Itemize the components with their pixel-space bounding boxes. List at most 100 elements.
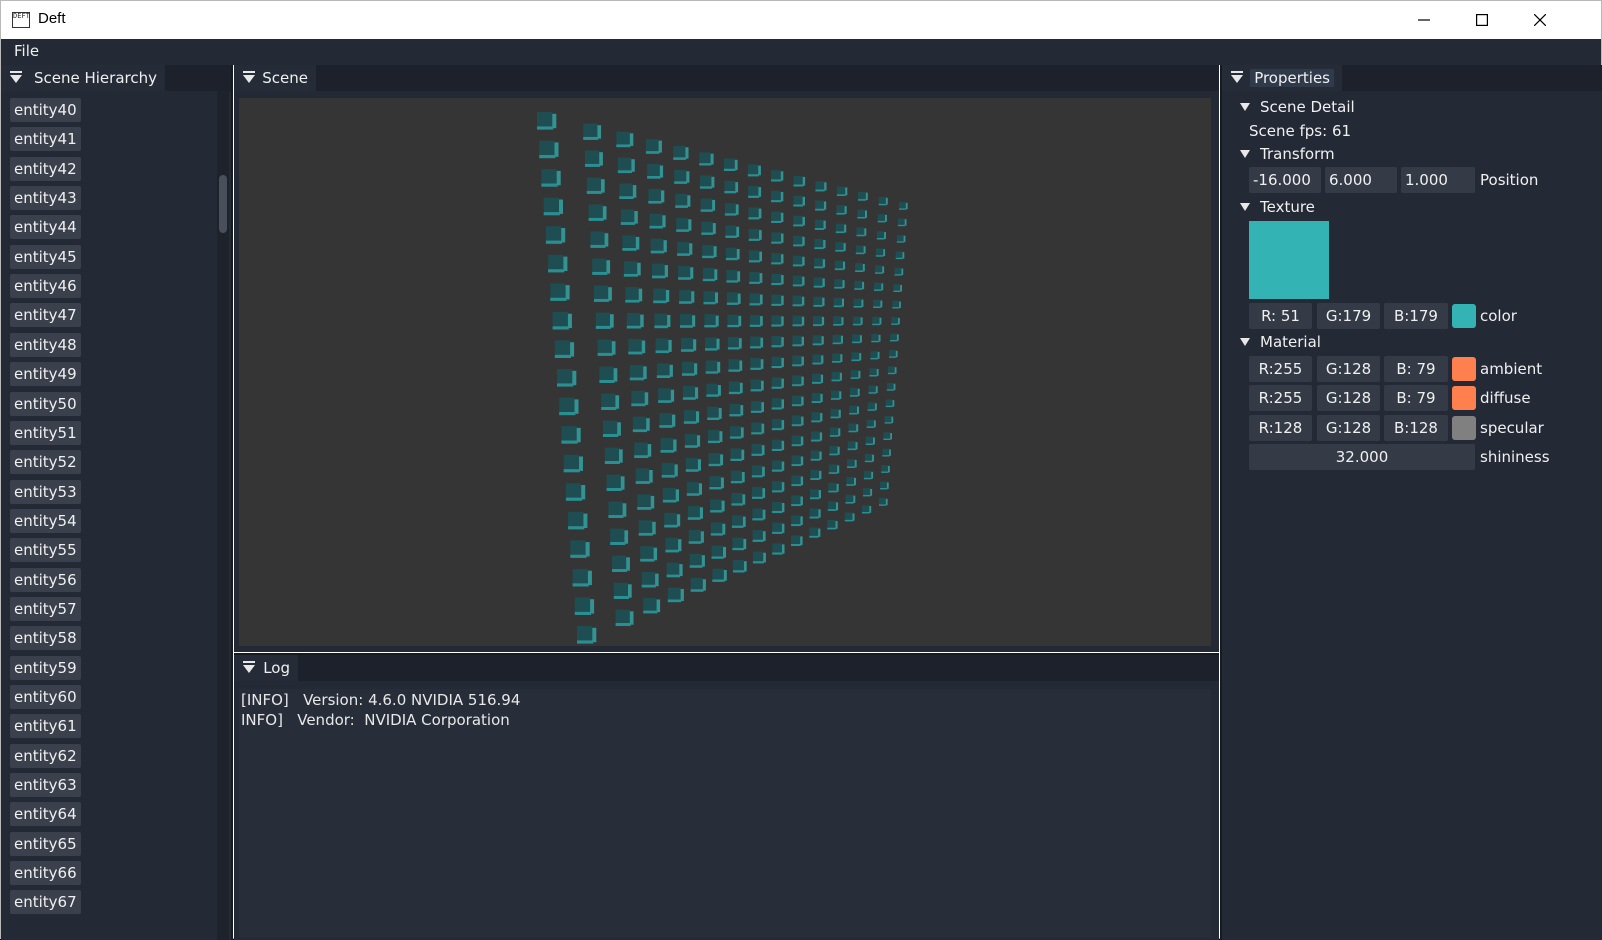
tab-properties[interactable]: Properties <box>1222 65 1342 91</box>
scrollbar-thumb[interactable] <box>219 175 227 233</box>
list-item[interactable]: entity40 <box>10 98 81 122</box>
list-item[interactable]: entity52 <box>10 450 81 475</box>
tab-log[interactable]: Log <box>234 655 298 681</box>
specular-b-field[interactable]: B:128 <box>1384 415 1448 441</box>
title-bar[interactable]: DEFT Deft <box>1 1 1601 39</box>
cube <box>667 587 684 603</box>
scene-panel: Scene <box>234 65 1219 652</box>
diffuse-g-field[interactable]: G:128 <box>1317 385 1380 411</box>
list-item[interactable]: entity59 <box>10 655 81 680</box>
maximize-button[interactable] <box>1453 1 1511 39</box>
cube <box>771 356 784 369</box>
menu-file[interactable]: File <box>14 42 39 60</box>
cube <box>699 152 714 166</box>
section-transform[interactable]: Transform <box>1240 145 1335 163</box>
cube <box>749 314 763 327</box>
close-button[interactable] <box>1511 1 1569 39</box>
diffuse-color-swatch[interactable] <box>1452 386 1476 410</box>
section-material[interactable]: Material <box>1240 333 1321 351</box>
cube <box>554 340 575 358</box>
shininess-field[interactable]: 32.000 <box>1249 444 1475 470</box>
panel-menu-icon[interactable] <box>242 661 256 675</box>
specular-g-field[interactable]: G:128 <box>1317 415 1380 441</box>
cube <box>834 279 845 289</box>
texture-color-swatch[interactable] <box>1452 304 1476 328</box>
specular-r-field[interactable]: R:128 <box>1249 415 1312 441</box>
list-item[interactable]: entity67 <box>10 890 81 915</box>
list-item[interactable]: entity63 <box>10 773 81 798</box>
list-item[interactable]: entity65 <box>10 831 81 856</box>
list-item[interactable]: entity57 <box>10 596 81 621</box>
list-item[interactable]: entity46 <box>10 274 81 299</box>
tab-scene[interactable]: Scene <box>234 65 316 91</box>
list-item[interactable]: entity47 <box>10 303 81 328</box>
list-item[interactable]: entity61 <box>10 714 81 739</box>
list-item[interactable]: entity53 <box>10 479 81 504</box>
texture-b-field[interactable]: B:179 <box>1384 303 1448 329</box>
panel-menu-icon[interactable] <box>1230 71 1244 85</box>
cube <box>676 217 692 232</box>
texture-r-field[interactable]: R: 51 <box>1249 303 1312 329</box>
cube <box>730 448 745 461</box>
list-item[interactable]: entity42 <box>10 156 81 181</box>
list-item[interactable]: entity44 <box>10 215 81 240</box>
list-item[interactable]: entity60 <box>10 685 81 709</box>
list-item[interactable]: entity62 <box>10 743 81 768</box>
scrollbar[interactable] <box>217 91 229 940</box>
list-item[interactable]: entity48 <box>10 332 81 357</box>
position-y-field[interactable]: 6.000 <box>1325 167 1397 193</box>
section-texture[interactable]: Texture <box>1240 198 1315 216</box>
texture-g-field[interactable]: G:179 <box>1317 303 1380 329</box>
cube <box>726 292 741 305</box>
ambient-r-field[interactable]: R:255 <box>1249 356 1312 382</box>
cube <box>791 435 804 447</box>
log-output[interactable]: [INFO] Version: 4.6.0 NVIDIA 516.94 INFO… <box>239 689 1211 937</box>
list-item[interactable]: entity49 <box>10 362 81 387</box>
tab-scene-hierarchy[interactable]: Scene Hierarchy <box>1 65 165 91</box>
scene-viewport[interactable] <box>239 98 1211 646</box>
cube <box>771 211 784 223</box>
position-x-field[interactable]: -16.000 <box>1249 167 1321 193</box>
panel-menu-icon[interactable] <box>242 71 256 85</box>
diffuse-r-field[interactable]: R:255 <box>1249 385 1312 411</box>
cube <box>792 335 804 347</box>
list-item[interactable]: entity55 <box>10 538 81 563</box>
cube <box>648 188 665 204</box>
list-item[interactable]: entity41 <box>10 127 81 152</box>
list-item[interactable]: entity58 <box>10 626 81 651</box>
cube <box>635 468 653 484</box>
cube <box>849 387 860 397</box>
list-item[interactable]: entity50 <box>10 391 81 416</box>
cube <box>674 169 690 184</box>
cube <box>830 408 841 419</box>
cube <box>895 251 905 260</box>
list-item[interactable]: entity45 <box>10 244 81 269</box>
list-item[interactable]: entity51 <box>10 420 81 445</box>
cube <box>599 366 618 383</box>
ambient-g-field[interactable]: G:128 <box>1317 356 1380 382</box>
list-item[interactable]: entity54 <box>10 508 81 533</box>
list-item[interactable]: entity56 <box>10 567 81 592</box>
cube <box>814 238 826 250</box>
cube <box>829 427 841 437</box>
list-item[interactable]: entity66 <box>10 861 81 886</box>
section-scene-detail[interactable]: Scene Detail <box>1240 98 1355 116</box>
diffuse-b-field[interactable]: B: 79 <box>1384 385 1448 411</box>
list-item[interactable]: entity43 <box>10 186 81 211</box>
collapse-arrow-icon <box>1240 150 1250 158</box>
specular-color-swatch[interactable] <box>1452 416 1476 440</box>
position-z-field[interactable]: 1.000 <box>1401 167 1475 193</box>
ambient-b-field[interactable]: B: 79 <box>1384 356 1448 382</box>
ambient-color-swatch[interactable] <box>1452 357 1476 381</box>
list-item[interactable]: entity64 <box>10 802 81 827</box>
scene-hierarchy-panel: Scene Hierarchy entity40 entity41 entity42… <box>1 65 233 940</box>
cube <box>854 280 865 290</box>
cube <box>752 486 766 499</box>
cube <box>608 501 627 518</box>
minimize-button[interactable] <box>1395 1 1453 39</box>
panel-menu-icon[interactable] <box>9 71 22 85</box>
cube <box>813 296 825 307</box>
cube <box>771 190 784 203</box>
cube <box>728 381 743 395</box>
texture-preview[interactable] <box>1249 221 1329 299</box>
